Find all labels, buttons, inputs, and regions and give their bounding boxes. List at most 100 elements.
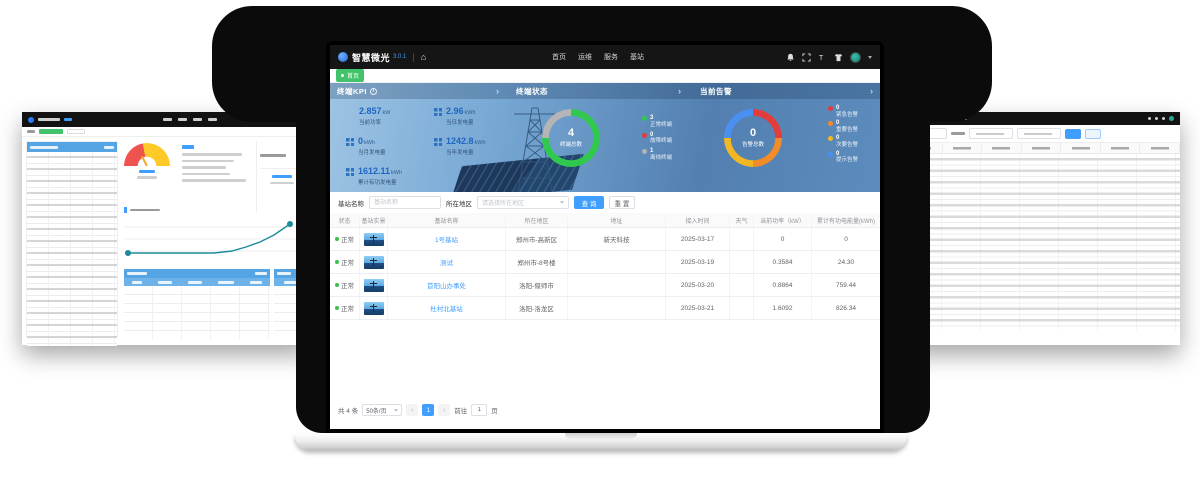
time-cell: 2025-03-20: [666, 274, 730, 296]
station-thumbnail[interactable]: [364, 233, 384, 246]
status-cell: 正常: [330, 274, 360, 296]
search-button[interactable]: 查 询: [574, 196, 604, 209]
alarm-center: 0 告警总数: [724, 127, 782, 148]
power-cell: 0.3584: [754, 251, 812, 273]
tab-home-tag[interactable]: 首页: [336, 69, 364, 82]
status-dot: [335, 237, 339, 241]
station-thumbnail[interactable]: [364, 302, 384, 315]
theme-shirt-icon[interactable]: [834, 53, 843, 62]
terminal-status-center: 4 终端总数: [542, 127, 600, 148]
app-logo-icon: [338, 52, 348, 62]
decorative-date-input: [1017, 128, 1061, 139]
page-size-value: 50条/页: [366, 406, 386, 415]
goto-page-input[interactable]: [471, 404, 487, 416]
status-text: 正常: [341, 280, 354, 290]
name-cell: 杜村北基站: [388, 297, 506, 319]
laptop-base-notch: [565, 433, 637, 439]
decorative-nav-bar: [193, 118, 202, 121]
nav-item-service[interactable]: 服务: [604, 52, 618, 62]
laptop-base: [295, 433, 907, 450]
caret-down-icon[interactable]: [868, 56, 872, 59]
station-link[interactable]: 杜村北基站: [430, 303, 463, 313]
decorative-bar: [132, 281, 142, 284]
nav-item-ops[interactable]: 运维: [578, 52, 592, 62]
current-page[interactable]: 1: [422, 404, 434, 416]
kpi-label: 累计有功发电量: [358, 178, 402, 186]
next-page-button[interactable]: ›: [438, 404, 450, 416]
user-avatar[interactable]: [850, 52, 861, 63]
home-icon[interactable]: ⌂: [421, 52, 426, 62]
decorative-bar: [277, 272, 291, 275]
col-energy: 累计有功电能量(kWh): [812, 213, 880, 227]
station-thumbnail[interactable]: [364, 279, 384, 292]
station-thumbnail[interactable]: [364, 256, 384, 269]
col-status: 状态: [330, 213, 360, 227]
status-arrow-icon[interactable]: ›: [678, 86, 681, 96]
weather-cell: [730, 251, 754, 273]
decorative-bar: [139, 170, 155, 173]
kpi-label: 当年发电量: [446, 148, 486, 156]
decorative-column: [982, 143, 1022, 153]
station-link[interactable]: 测试: [440, 257, 453, 267]
decorative-bar: [188, 281, 202, 284]
kpi-value: 2.857: [359, 106, 382, 116]
station-link[interactable]: 1号基站: [435, 234, 458, 244]
alarm-total-label: 告警总数: [724, 140, 782, 148]
status-text: 正常: [341, 257, 354, 267]
nav-item-station[interactable]: 基站: [630, 52, 644, 62]
info-icon[interactable]: i: [370, 88, 377, 95]
legend-label: 重要告警: [836, 127, 858, 134]
logo-icon: [28, 117, 34, 123]
top-nav: 首页 运维 服务 基站: [552, 52, 644, 62]
divider: |: [412, 52, 414, 62]
line-chart: [124, 207, 306, 265]
photo-cell: [360, 228, 388, 250]
decorative-bar: [182, 153, 242, 156]
station-name-input[interactable]: [369, 196, 441, 209]
table-title-bar: [124, 269, 270, 278]
kpi-arrow-icon[interactable]: ›: [496, 86, 499, 96]
fullscreen-icon[interactable]: [802, 53, 811, 62]
chevron-down-icon: [560, 201, 564, 204]
page-size-select[interactable]: 50条/页: [362, 404, 402, 416]
nav-item-home[interactable]: 首页: [552, 52, 566, 62]
decorative-bar: [182, 145, 194, 149]
decorative-bar: [255, 272, 267, 275]
decorative-button: [1065, 129, 1081, 139]
gauge-chart: [124, 143, 176, 203]
alarm-arrow-icon[interactable]: ›: [870, 86, 873, 96]
prev-page-button[interactable]: ‹: [406, 404, 418, 416]
kpi-total-energy: 1612.11kWh 累计有功发电量: [346, 166, 402, 186]
font-size-icon[interactable]: T: [818, 53, 827, 62]
time-cell: 2025-03-19: [666, 251, 730, 273]
kpi-unit: kW: [383, 110, 391, 116]
terminal-status-legend: 3 正常终端 0 故障终端 1 离线终端: [642, 115, 672, 165]
decorative-bar: [260, 154, 286, 157]
status-text: 正常: [341, 234, 354, 244]
table-row: 正常 测试 郑州市-8号楼 2025-03-19 0.3584 24.30: [330, 251, 880, 274]
decorative-bar: [27, 130, 35, 133]
legend-label: 紧急告警: [836, 112, 858, 119]
alarm-total: 0: [724, 127, 782, 139]
region-cell: 洛阳-偃师市: [506, 274, 568, 296]
grid-icon: [434, 138, 442, 146]
legend-count: 1: [650, 148, 672, 155]
decorative-bar: [284, 281, 296, 284]
chevron-down-icon: [394, 409, 398, 412]
decorative-avatar-dot: [1169, 116, 1174, 121]
decorative-bar: [158, 281, 172, 284]
col-photo: 基站实景: [360, 213, 388, 227]
reset-button[interactable]: 重 置: [609, 196, 635, 209]
bell-icon[interactable]: [786, 53, 795, 62]
kpi-month-energy: 0kWh 当月发电量: [346, 136, 386, 156]
region-select[interactable]: 请选择所在地区: [477, 196, 569, 209]
alarm-section-title: 当前告警: [700, 86, 732, 97]
filter-bar: 基站名称 所在地区 请选择所在地区 查 询 重 置: [330, 192, 880, 213]
status-dot: [335, 283, 339, 287]
legend-count: 0: [836, 105, 858, 112]
name-cell: 测试: [388, 251, 506, 273]
background-screenshot-right: [903, 112, 1180, 345]
legend-count: 0: [836, 120, 858, 127]
laptop-screen-bezel: 智慧微光 3.0.1 | ⌂ 首页 运维 服务 基站 T 首页: [326, 41, 884, 433]
station-link[interactable]: 首阳山办事处: [427, 280, 466, 290]
